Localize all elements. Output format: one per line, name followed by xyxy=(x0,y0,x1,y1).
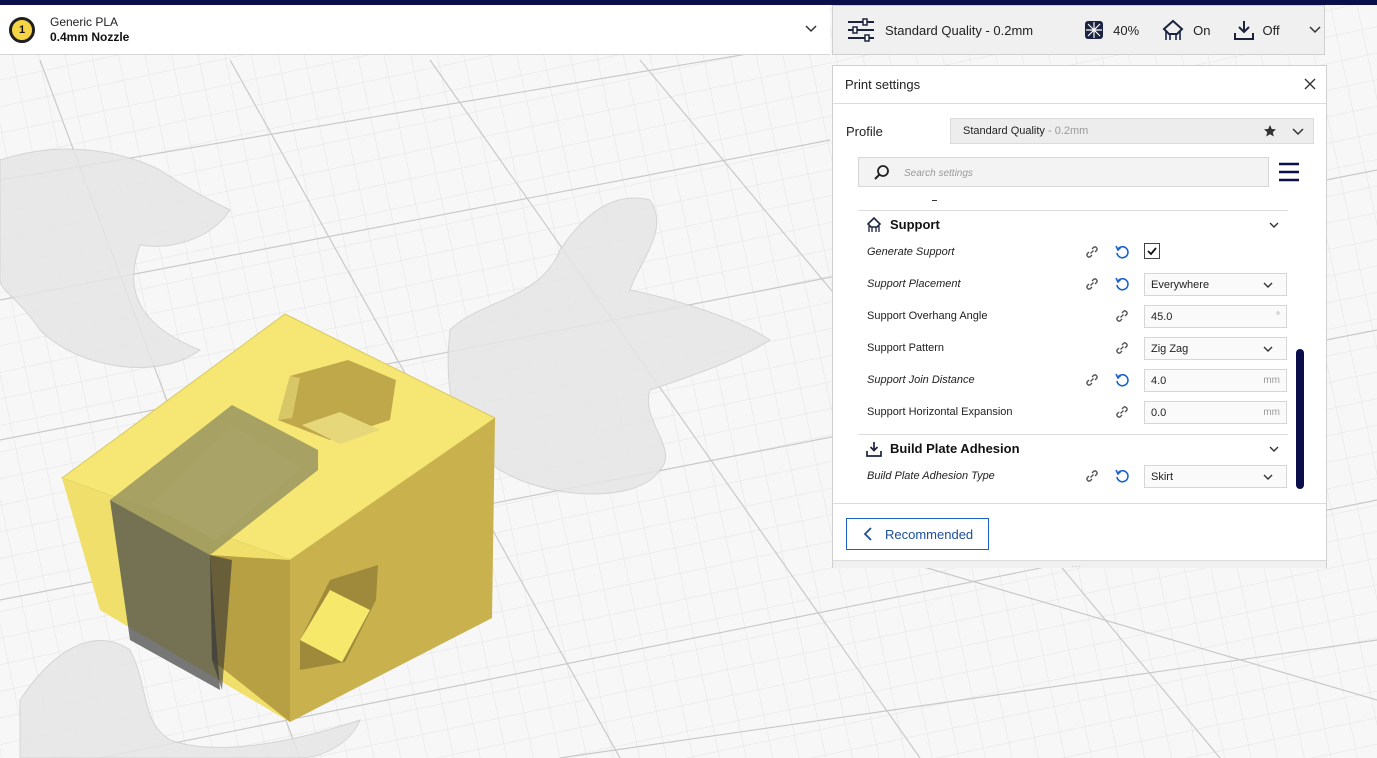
collapsed-marker xyxy=(932,200,937,201)
support-icon xyxy=(866,216,882,232)
profile-layer-height: - 0.2mm xyxy=(1044,125,1089,137)
category-support[interactable]: Support xyxy=(858,210,1288,238)
dropdown-value: Everywhere xyxy=(1151,279,1210,291)
chevron-down-icon xyxy=(1263,346,1273,352)
recommended-button[interactable]: Recommended xyxy=(846,518,989,550)
profile-value: Standard Quality - 0.2mm xyxy=(963,125,1088,137)
support-icon xyxy=(1162,19,1184,40)
menu-icon[interactable] xyxy=(1278,162,1300,182)
setting-support-horizontal-expansion: Support Horizontal Expansion 0.0 mm xyxy=(858,396,1288,428)
chevron-down-icon xyxy=(1263,474,1273,480)
setting-label: Support Overhang Angle xyxy=(867,310,988,322)
setting-support-join-distance: Support Join Distance 4.0 mm xyxy=(858,364,1288,396)
profile-summary: Standard Quality - 0.2mm xyxy=(885,22,1034,38)
search-input[interactable]: Search settings xyxy=(858,157,1269,187)
chevron-left-icon xyxy=(863,527,872,541)
adhesion-icon xyxy=(866,441,882,457)
chevron-down-icon[interactable] xyxy=(1268,443,1280,455)
print-settings-panel: Print settings Profile Standard Quality … xyxy=(832,65,1327,571)
dropdown-value: Skirt xyxy=(1151,471,1173,483)
recommended-label: Recommended xyxy=(885,526,974,542)
extruder-number: 1 xyxy=(18,23,26,36)
search-placeholder: Search settings xyxy=(904,168,973,179)
chevron-down-icon[interactable] xyxy=(1291,125,1305,139)
settings-scrollbar[interactable] xyxy=(1296,349,1304,489)
generate-support-checkbox[interactable] xyxy=(1144,243,1160,259)
extruder-badge: 1 xyxy=(9,16,35,43)
chevron-down-icon[interactable] xyxy=(1268,219,1280,231)
category-build-plate-adhesion[interactable]: Build Plate Adhesion xyxy=(858,434,1288,462)
support-pattern-dropdown[interactable]: Zig Zag xyxy=(1144,337,1287,360)
nozzle-size: 0.4mm Nozzle xyxy=(50,29,130,44)
chevron-down-icon[interactable] xyxy=(804,22,818,36)
chevron-down-icon[interactable] xyxy=(1308,23,1322,37)
grip-icon: ··· xyxy=(1071,562,1082,571)
setting-support-pattern: Support Pattern Zig Zag xyxy=(858,332,1288,364)
close-icon[interactable] xyxy=(1304,78,1316,90)
setting-support-overhang-angle: Support Overhang Angle 45.0 ° xyxy=(858,300,1288,332)
setting-label: Build Plate Adhesion Type xyxy=(867,470,995,482)
link-icon[interactable] xyxy=(1084,372,1100,388)
overhang-angle-input[interactable]: 45.0 ° xyxy=(1144,305,1287,328)
infill-icon xyxy=(1085,21,1104,39)
chevron-down-icon xyxy=(1263,282,1273,288)
profile-label: Profile xyxy=(846,124,883,139)
material-selector[interactable]: 1 Generic PLA 0.4mm Nozzle xyxy=(0,5,830,55)
setting-label: Support Horizontal Expansion xyxy=(867,406,1013,418)
setting-label: Support Pattern xyxy=(867,342,945,354)
category-label: Build Plate Adhesion xyxy=(890,441,1020,456)
settings-list: Support Generate Support Support Placeme… xyxy=(858,194,1288,504)
infill-value: 40% xyxy=(1113,22,1140,38)
input-value: 4.0 xyxy=(1151,375,1167,387)
panel-title: Print settings xyxy=(845,77,921,92)
support-placement-dropdown[interactable]: Everywhere xyxy=(1144,273,1287,296)
input-unit: mm xyxy=(1263,407,1280,418)
horizontal-expansion-input[interactable]: 0.0 mm xyxy=(1144,401,1287,424)
reset-icon[interactable] xyxy=(1114,276,1130,292)
join-distance-input[interactable]: 4.0 mm xyxy=(1144,369,1287,392)
panel-resize-handle[interactable]: ··· xyxy=(833,560,1326,571)
reset-icon[interactable] xyxy=(1114,468,1130,484)
link-icon[interactable] xyxy=(1084,276,1100,292)
star-icon[interactable] xyxy=(1263,124,1277,138)
profile-dropdown[interactable]: Standard Quality - 0.2mm xyxy=(950,118,1314,144)
setting-label: Generate Support xyxy=(867,246,955,258)
link-icon[interactable] xyxy=(1084,244,1100,260)
input-value: 45.0 xyxy=(1151,311,1173,323)
checkmark-icon xyxy=(1147,247,1157,256)
input-value: 0.0 xyxy=(1151,407,1167,419)
setting-label: Support Placement xyxy=(867,278,961,290)
material-name: Generic PLA xyxy=(50,14,119,29)
setting-support-placement: Support Placement Everywhere xyxy=(858,268,1288,300)
link-icon[interactable] xyxy=(1114,308,1130,324)
reset-icon[interactable] xyxy=(1114,244,1130,260)
link-icon[interactable] xyxy=(1114,340,1130,356)
adhesion-value: Off xyxy=(1262,22,1280,38)
setting-build-plate-adhesion-type: Build Plate Adhesion Type Skirt xyxy=(858,460,1288,492)
input-unit: mm xyxy=(1263,375,1280,386)
divider xyxy=(833,503,1326,504)
dropdown-value: Zig Zag xyxy=(1151,343,1189,355)
link-icon[interactable] xyxy=(1084,468,1100,484)
reset-icon[interactable] xyxy=(1114,372,1130,388)
divider xyxy=(833,103,1326,104)
sliders-icon xyxy=(848,18,874,42)
adhesion-type-dropdown[interactable]: Skirt xyxy=(1144,465,1287,488)
support-value: On xyxy=(1193,22,1211,38)
print-settings-header[interactable]: Standard Quality - 0.2mm 40% On Off xyxy=(832,5,1325,55)
setting-generate-support: Generate Support xyxy=(858,236,1288,268)
profile-name: Standard Quality xyxy=(963,125,1045,137)
input-unit: ° xyxy=(1276,311,1280,322)
link-icon[interactable] xyxy=(1114,404,1130,420)
adhesion-icon xyxy=(1233,21,1254,40)
search-icon xyxy=(874,165,889,180)
category-label: Support xyxy=(890,217,940,232)
material-info: Generic PLA 0.4mm Nozzle xyxy=(50,15,129,45)
setting-label: Support Join Distance xyxy=(867,374,975,386)
